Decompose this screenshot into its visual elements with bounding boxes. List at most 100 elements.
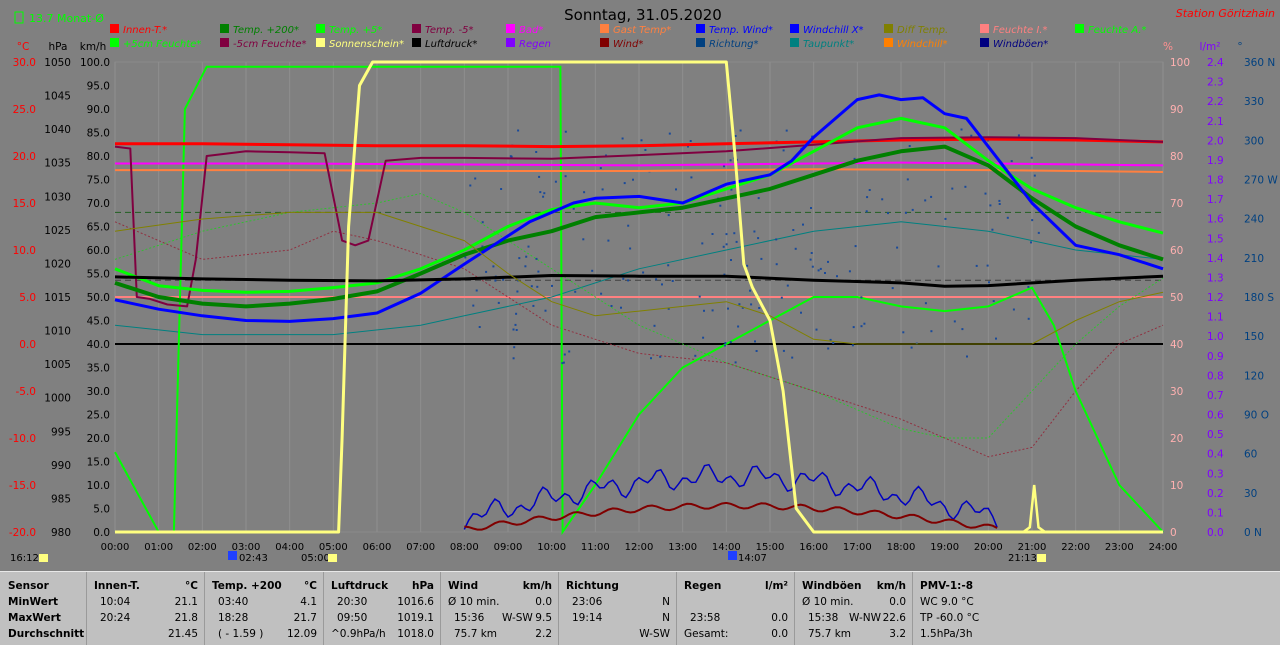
y-tick-wind_kmh: 25.0 bbox=[87, 410, 110, 422]
y-tick-wind_kmh: 80.0 bbox=[87, 151, 110, 163]
stats-wind-col: Wind km/h Ø 10 min. 0.0 15:36 W-SW 9.5 7… bbox=[440, 572, 559, 645]
stats-richtung-max-time: 19:14 bbox=[572, 612, 603, 624]
y-tick-humidity_pct: 30 bbox=[1170, 386, 1183, 398]
direction-point bbox=[668, 132, 671, 135]
x-tick-label: 18:00 bbox=[887, 542, 916, 553]
legend-label: Luftdruck* bbox=[425, 39, 477, 50]
stats-innen-header: Innen-T. bbox=[94, 580, 140, 592]
direction-point bbox=[989, 204, 992, 207]
direction-point bbox=[750, 303, 753, 306]
direction-point bbox=[517, 129, 520, 132]
direction-point bbox=[513, 346, 516, 349]
y-tick-rain_lm2: 1.6 bbox=[1207, 214, 1224, 226]
y-tick-rain_lm2: 1.9 bbox=[1207, 155, 1224, 167]
y-tick-wind_kmh: 65.0 bbox=[87, 222, 110, 234]
direction-point bbox=[734, 361, 737, 364]
stats-temp200-avg: 12.09 bbox=[286, 628, 317, 640]
direction-point bbox=[642, 271, 645, 274]
direction-point bbox=[536, 285, 539, 288]
direction-point bbox=[782, 349, 785, 352]
direction-point bbox=[724, 342, 727, 344]
direction-point bbox=[659, 355, 662, 358]
y-tick-wind_kmh: 95.0 bbox=[87, 81, 110, 93]
direction-point bbox=[1010, 160, 1013, 163]
y-tick-wind_kmh: 5.0 bbox=[93, 504, 110, 516]
direction-point bbox=[478, 326, 481, 328]
stats-regen-max: 0.0 bbox=[771, 612, 788, 624]
direction-point bbox=[1033, 174, 1036, 177]
direction-point bbox=[538, 175, 541, 178]
direction-point bbox=[1027, 317, 1030, 320]
direction-point bbox=[621, 137, 624, 140]
stats-boeen-min: 0.0 bbox=[889, 596, 906, 608]
direction-point bbox=[865, 210, 868, 213]
y-tick-direction_deg: 360 N bbox=[1244, 57, 1275, 69]
direction-point bbox=[1012, 308, 1015, 311]
direction-point bbox=[653, 324, 656, 327]
direction-point bbox=[848, 270, 851, 273]
direction-point bbox=[515, 329, 518, 331]
legend-swatch bbox=[110, 24, 119, 33]
direction-point bbox=[854, 245, 857, 248]
direction-point bbox=[530, 285, 533, 288]
y-tick-humidity_pct: 40 bbox=[1170, 339, 1183, 351]
stats-boeen-avg: 3.2 bbox=[889, 628, 906, 640]
direction-point bbox=[868, 189, 871, 191]
legend-label: -5cm Feuchte* bbox=[233, 39, 307, 50]
stats-pmv-trend: 1.5hPa/3h bbox=[920, 628, 973, 640]
direction-point bbox=[904, 211, 907, 214]
direction-point bbox=[485, 270, 488, 273]
stats-druck-min-time: 20:30 bbox=[337, 596, 368, 608]
x-tick-label: 11:00 bbox=[581, 542, 610, 553]
direction-point bbox=[723, 165, 725, 168]
axis-label-direction_deg: ° bbox=[1237, 41, 1242, 53]
legend-swatch bbox=[110, 38, 119, 47]
direction-point bbox=[753, 230, 756, 233]
legend-label: Windchill* bbox=[897, 39, 948, 50]
direction-point bbox=[924, 302, 927, 305]
stats-richtung-avg: W-SW bbox=[639, 628, 670, 640]
stats-avg-label: Durchschnitt bbox=[8, 628, 85, 640]
direction-point bbox=[930, 195, 933, 198]
stats-druck-min: 1016.6 bbox=[397, 596, 434, 608]
legend-swatch bbox=[884, 38, 893, 47]
direction-point bbox=[729, 341, 732, 344]
direction-point bbox=[583, 191, 586, 194]
stats-wind-min: 0.0 bbox=[535, 596, 552, 608]
y-tick-direction_deg: 120 bbox=[1244, 370, 1264, 382]
direction-point bbox=[908, 145, 911, 147]
direction-point bbox=[800, 311, 802, 314]
stats-regen-unit: l/m² bbox=[765, 580, 788, 592]
stats-boeen-header: Windböen bbox=[802, 580, 862, 592]
direction-point bbox=[514, 323, 517, 326]
direction-point bbox=[629, 247, 632, 250]
stats-innen-max: 21.8 bbox=[174, 612, 198, 624]
direction-point bbox=[811, 265, 814, 268]
y-tick-wind_kmh: 100.0 bbox=[80, 57, 110, 69]
direction-point bbox=[863, 322, 866, 325]
y-tick-pressure_hpa: 990 bbox=[51, 460, 71, 472]
legend-swatch bbox=[506, 24, 515, 33]
stats-temp200-col: Temp. +200 °C 03:40 4.1 18:28 21.7 ( - 1… bbox=[204, 572, 324, 645]
legend-label: Windchill X* bbox=[803, 25, 864, 36]
y-tick-temp_c: 30.0 bbox=[13, 57, 36, 69]
direction-point bbox=[725, 243, 728, 246]
direction-point bbox=[574, 290, 577, 293]
y-tick-humidity_pct: 10 bbox=[1170, 480, 1183, 492]
y-tick-pressure_hpa: 1005 bbox=[44, 359, 71, 371]
x-tick-label: 09:00 bbox=[494, 542, 523, 553]
y-tick-rain_lm2: 2.4 bbox=[1207, 57, 1224, 69]
direction-point bbox=[737, 325, 740, 328]
y-tick-direction_deg: 270 W bbox=[1244, 175, 1278, 187]
direction-point bbox=[512, 357, 515, 360]
sunrise-time: 02:43 bbox=[239, 553, 268, 564]
stats-innen-avg: 21.45 bbox=[167, 628, 198, 640]
y-tick-rain_lm2: 1.0 bbox=[1207, 331, 1224, 343]
legend-swatch bbox=[696, 38, 705, 47]
stats-boeen-max: 22.6 bbox=[882, 612, 906, 624]
direction-point bbox=[836, 275, 838, 278]
y-tick-pressure_hpa: 1015 bbox=[44, 292, 71, 304]
direction-point bbox=[667, 264, 670, 267]
stats-innen-min: 21.1 bbox=[174, 596, 198, 608]
station-name: Station Göritzhain bbox=[1176, 7, 1275, 20]
